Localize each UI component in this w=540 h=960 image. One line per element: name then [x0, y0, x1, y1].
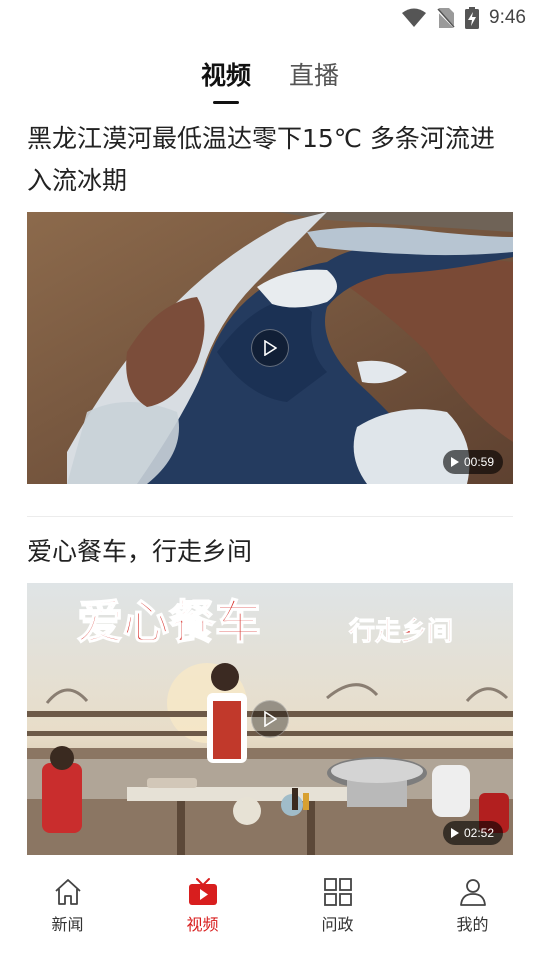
video-feed: 黑龙江漠河最低温达零下15℃ 多条河流进入流冰期 00:59 爱心餐车，行走乡间… — [27, 118, 513, 855]
play-small-icon — [450, 828, 459, 838]
no-sim-icon — [437, 7, 456, 29]
nav-label: 我的 — [456, 915, 489, 934]
tab-video[interactable]: 视频 — [201, 56, 251, 104]
duration-text: 02:52 — [463, 826, 494, 840]
video-title[interactable]: 黑龙江漠河最低温达零下15℃ 多条河流进入流冰期 — [27, 118, 513, 202]
nav-inquiry[interactable]: 问政 — [270, 868, 405, 960]
home-icon — [54, 879, 81, 905]
play-button[interactable] — [251, 700, 289, 738]
play-small-icon — [450, 457, 459, 467]
tv-icon — [188, 878, 217, 905]
thumbnail-subcaption: 行走乡间 — [348, 616, 453, 647]
tab-live[interactable]: 直播 — [289, 56, 339, 104]
nav-video[interactable]: 视频 — [135, 868, 270, 960]
battery-charging-icon — [465, 7, 480, 29]
user-icon — [459, 879, 486, 906]
duration-text: 00:59 — [463, 455, 494, 469]
video-card[interactable]: 爱心餐车，行走乡间 爱心餐车 行走乡间 02:52 — [27, 531, 513, 855]
video-thumbnail[interactable]: 爱心餐车 行走乡间 02:52 — [27, 583, 513, 855]
video-title[interactable]: 爱心餐车，行走乡间 — [27, 531, 513, 573]
thumbnail-caption: 爱心餐车 — [77, 595, 261, 649]
play-icon — [264, 711, 277, 727]
duration-badge: 00:59 — [442, 450, 503, 474]
nav-profile[interactable]: 我的 — [405, 868, 540, 960]
nav-news[interactable]: 新闻 — [0, 868, 135, 960]
play-button[interactable] — [251, 329, 289, 367]
bottom-nav: 新闻 视频 问政 我的 — [0, 868, 540, 960]
nav-label: 新闻 — [51, 915, 84, 934]
video-card[interactable]: 黑龙江漠河最低温达零下15℃ 多条河流进入流冰期 00:59 — [27, 118, 513, 484]
grid-icon — [323, 878, 352, 906]
divider — [27, 516, 513, 517]
duration-badge: 02:52 — [442, 821, 503, 845]
status-bar: 9:46 — [0, 0, 540, 36]
top-tabs: 视频 直播 — [0, 56, 540, 104]
video-thumbnail[interactable]: 00:59 — [27, 212, 513, 484]
wifi-icon — [401, 8, 427, 28]
play-icon — [264, 340, 277, 356]
clock-text: 9:46 — [489, 7, 526, 28]
nav-label: 视频 — [186, 915, 219, 934]
nav-label: 问政 — [321, 915, 354, 934]
